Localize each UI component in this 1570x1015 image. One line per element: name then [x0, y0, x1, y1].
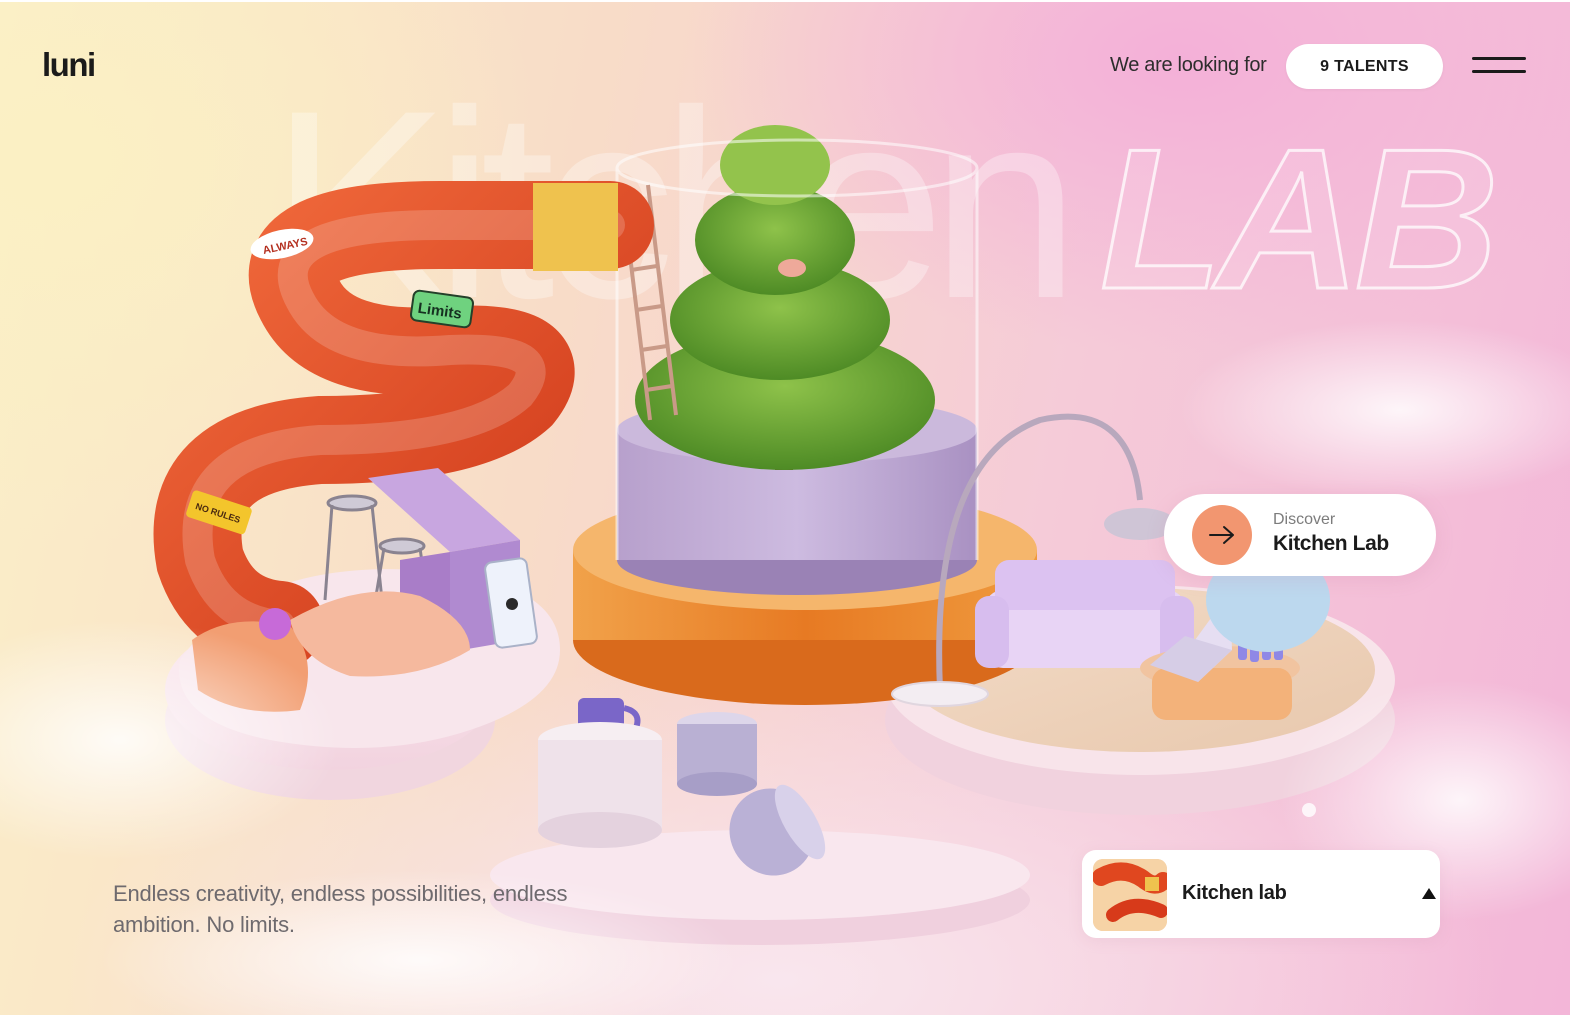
menu-line-bottom — [1472, 70, 1526, 73]
project-selector[interactable]: Kitchen lab — [1082, 850, 1440, 938]
hiring-text: We are looking for — [1110, 54, 1267, 76]
project-selector-label: Kitchen lab — [1182, 882, 1287, 904]
talents-button[interactable]: 9 TALENTS — [1286, 44, 1443, 89]
tagline: Endless creativity, endless possibilitie… — [113, 881, 568, 937]
hamburger-menu-icon[interactable] — [1472, 56, 1527, 76]
discover-kitchen-lab-button[interactable]: Discover Kitchen Lab — [1164, 494, 1436, 576]
sofa — [975, 560, 1194, 668]
scene-hotspot-dot[interactable] — [1302, 803, 1316, 817]
caret-up-icon — [1422, 888, 1436, 899]
discover-title: Kitchen Lab — [1273, 532, 1389, 555]
project-thumbnail — [1093, 859, 1167, 931]
tree — [635, 125, 935, 470]
discover-eyebrow: Discover — [1273, 511, 1336, 528]
side-stool — [538, 722, 662, 848]
menu-line-top — [1472, 57, 1526, 60]
arrow-right-icon — [1192, 505, 1252, 565]
luni-logo[interactable]: luni — [42, 46, 96, 84]
